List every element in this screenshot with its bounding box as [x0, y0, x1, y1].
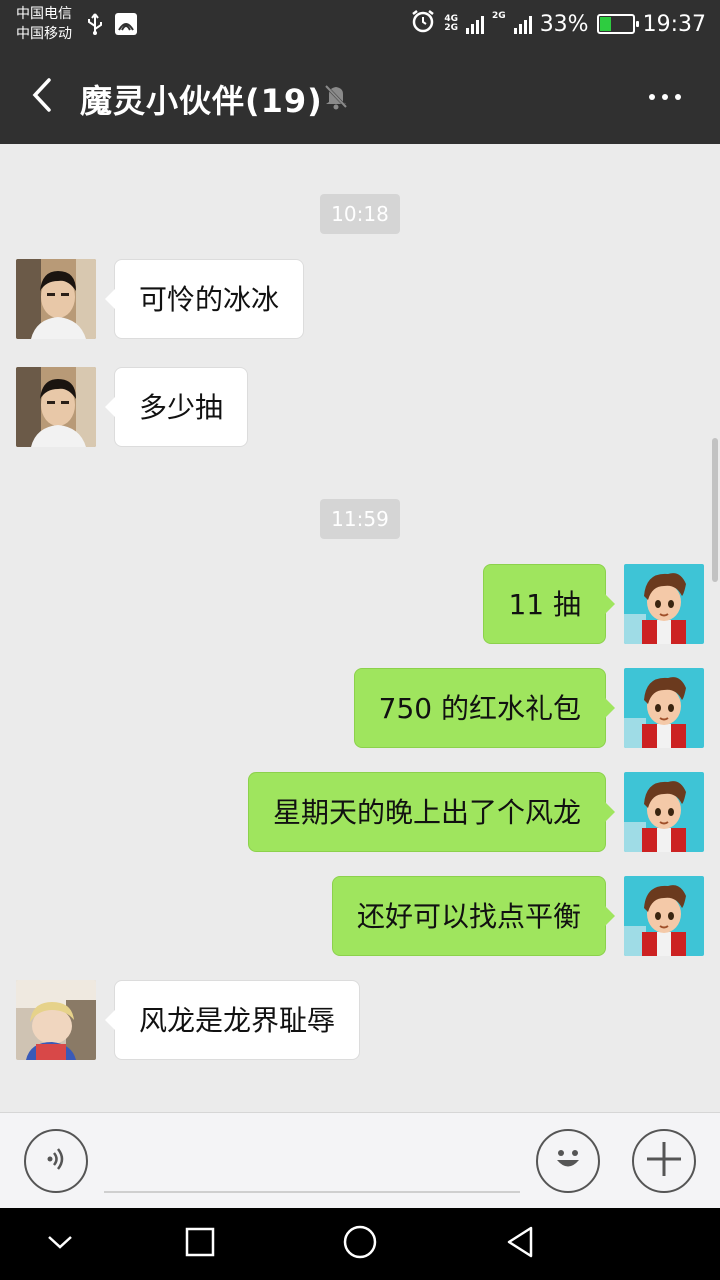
avatar-self-cartoon[interactable]	[624, 876, 704, 956]
message-bubble-sent[interactable]: 11 抽	[483, 564, 615, 644]
usb-icon	[86, 12, 104, 40]
net-tag-2g: 2G	[444, 23, 459, 33]
avatar-self-cartoon[interactable]	[624, 772, 704, 852]
chevron-down-icon	[46, 1233, 74, 1255]
plus-icon	[645, 1140, 683, 1182]
net-tag-2g-second: 2G	[492, 11, 506, 21]
battery-fill	[599, 17, 611, 31]
input-bar	[0, 1112, 720, 1208]
bell-off-icon	[322, 82, 350, 114]
huawei-app-icon	[114, 12, 138, 40]
more-dot	[675, 94, 681, 100]
emoji-button[interactable]	[536, 1129, 600, 1193]
notification-icons	[86, 12, 138, 40]
nav-back-button[interactable]	[500, 1224, 540, 1264]
system-nav-bar	[0, 1208, 720, 1280]
circle-icon	[342, 1224, 378, 1264]
network-type-1: 4G 2G	[444, 15, 458, 33]
message-bubble-sent[interactable]: 星期天的晚上出了个风龙	[247, 772, 616, 852]
carrier-info: 中国电信 中国移动	[16, 4, 72, 44]
battery-percent: 33%	[539, 11, 589, 37]
avatar-self-cartoon[interactable]	[624, 668, 704, 748]
avatar-member-child[interactable]	[16, 980, 96, 1060]
battery-icon	[596, 14, 639, 34]
more-options-button[interactable]	[640, 80, 690, 114]
title-bar: 魔灵小伙伴(19)	[0, 50, 720, 144]
more-dot	[662, 94, 668, 100]
avatar-member-man[interactable]	[16, 367, 96, 447]
square-icon	[184, 1226, 216, 1262]
triangle-back-icon	[504, 1225, 536, 1263]
clock: 19:37	[642, 11, 706, 37]
message-bubble-sent[interactable]: 还好可以找点平衡	[331, 876, 616, 956]
nav-home-button[interactable]	[340, 1224, 380, 1264]
avatar-member-man[interactable]	[16, 259, 96, 339]
voice-input-button[interactable]	[24, 1129, 88, 1193]
alarm-icon	[410, 8, 436, 40]
message-bubble-sent[interactable]: 750 的红水礼包	[353, 668, 616, 748]
signal-icon-2	[513, 14, 532, 34]
message-bubble-received[interactable]: 可怜的冰冰	[104, 259, 305, 339]
chevron-left-icon	[31, 77, 53, 117]
message-input[interactable]	[104, 1133, 520, 1193]
timestamp: 10:18	[320, 194, 400, 234]
emoji-icon	[548, 1139, 588, 1183]
nav-hide-button[interactable]	[40, 1224, 80, 1264]
carrier-2-label: 中国移动	[16, 26, 72, 42]
chat-title: 魔灵小伙伴(19)	[80, 82, 323, 120]
message-bubble-received[interactable]: 风龙是龙界耻辱	[104, 980, 361, 1060]
nav-recents-button[interactable]	[180, 1224, 220, 1264]
timestamp: 11:59	[320, 499, 400, 539]
carrier-1-label: 中国电信	[16, 6, 72, 22]
status-right: 4G 2G 2G 33% 19:37	[410, 8, 706, 40]
voice-icon	[41, 1144, 71, 1178]
more-functions-button[interactable]	[632, 1129, 696, 1193]
chat-scrollbar[interactable]	[712, 438, 718, 582]
signal-icon-1	[466, 14, 485, 34]
more-dot	[649, 94, 655, 100]
avatar-self-cartoon[interactable]	[624, 564, 704, 644]
chat-messages-area[interactable]: 10:18 可怜的冰冰 多少抽 11:59 11 抽 750 的红水礼包 星期天…	[0, 144, 720, 1112]
status-bar: 中国电信 中国移动 4G 2G 2G 33% 19:37	[0, 0, 720, 50]
message-bubble-received[interactable]: 多少抽	[104, 367, 249, 447]
back-button[interactable]	[20, 72, 64, 122]
